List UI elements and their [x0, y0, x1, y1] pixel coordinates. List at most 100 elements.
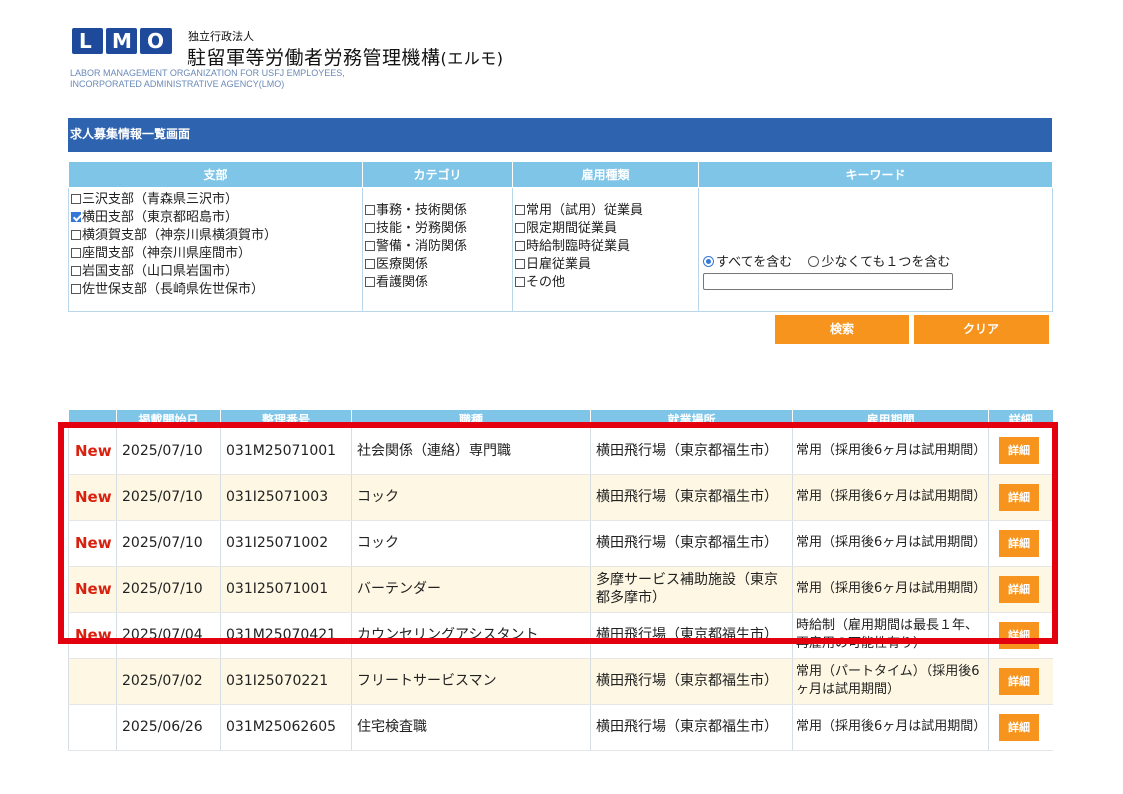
- category-option-3[interactable]: 医療関係: [365, 256, 510, 274]
- category-option-1[interactable]: 技能・労務関係: [365, 220, 510, 238]
- employment-type-option-1[interactable]: 限定期間従業員: [515, 220, 696, 238]
- table-row: New 2025/07/10 031M25071001 社会関係（連絡）専門職 横田飛行…: [68, 428, 1053, 475]
- category-option-2[interactable]: 警備・消防関係: [365, 238, 510, 256]
- branch-option-1[interactable]: 横田支部（東京都昭島市）: [71, 209, 360, 227]
- col-job-type: 職種: [351, 410, 591, 428]
- search-button[interactable]: 検索: [775, 315, 909, 344]
- ref-number: 031I25071001: [220, 566, 352, 613]
- keyword-options: すべてを含む 少なくても１つを含む: [698, 187, 1053, 312]
- job-type: 社会関係（連絡）専門職: [351, 428, 591, 475]
- ref-number: 031I25071003: [220, 474, 352, 521]
- start-date: 2025/07/04: [116, 612, 221, 659]
- new-badge: New: [68, 474, 117, 521]
- org-name: 駐留軍等労働者労務管理機構(エルモ): [187, 47, 504, 69]
- start-date: 2025/07/10: [116, 474, 221, 521]
- checkbox-icon[interactable]: [71, 266, 81, 276]
- ref-number: 031I25071002: [220, 520, 352, 567]
- detail-button[interactable]: 詳細: [999, 713, 1039, 741]
- ref-number: 031M25071001: [220, 428, 352, 475]
- checkbox-icon[interactable]: [515, 259, 525, 269]
- branch-header: 支部: [68, 161, 363, 188]
- clear-button[interactable]: クリア: [914, 315, 1049, 344]
- employment-type-option-2[interactable]: 時給制臨時従業員: [515, 238, 696, 256]
- detail-button[interactable]: 詳細: [999, 483, 1039, 511]
- employment-type-option-label: 限定期間従業員: [526, 221, 618, 236]
- new-badge: New: [68, 566, 117, 613]
- keyword-mode-all[interactable]: すべてを含む: [703, 255, 792, 270]
- col-start-date: 掲載開始日: [116, 410, 221, 428]
- table-row: 2025/06/26 031M25062605 住宅検査職 横田飛行場（東京都福生市）…: [68, 704, 1053, 751]
- start-date: 2025/07/10: [116, 566, 221, 613]
- ref-number: 031I25070221: [220, 658, 352, 705]
- detail-button[interactable]: 詳細: [999, 621, 1039, 649]
- new-badge: [68, 658, 117, 705]
- keyword-input[interactable]: [703, 272, 953, 290]
- branch-option-label: 座間支部（神奈川県座間市）: [82, 246, 252, 261]
- job-type: 住宅検査職: [351, 704, 591, 751]
- branch-option-2[interactable]: 横須賀支部（神奈川県横須賀市）: [71, 227, 360, 245]
- table-row: New 2025/07/10 031I25071001 バーテンダー 多摩サービス補助施…: [68, 566, 1053, 613]
- col-ref-number: 整理番号: [220, 410, 352, 428]
- branch-option-4[interactable]: 岩国支部（山口県岩国市）: [71, 263, 360, 281]
- keyword-header: キーワード: [698, 161, 1053, 188]
- branch-options: 三沢支部（青森県三沢市） 横田支部（東京都昭島市） 横須賀支部（神奈川県横須賀市） 座…: [68, 187, 363, 312]
- branch-option-label: 佐世保支部（長崎県佐世保市）: [82, 282, 265, 297]
- detail-button[interactable]: 詳細: [999, 667, 1039, 695]
- checkbox-icon[interactable]: [71, 212, 81, 222]
- detail-button[interactable]: 詳細: [999, 437, 1039, 465]
- page-title: 求人募集情報一覧画面: [68, 118, 1052, 152]
- start-date: 2025/07/02: [116, 658, 221, 705]
- new-badge: New: [68, 428, 117, 475]
- checkbox-icon[interactable]: [71, 248, 81, 258]
- employment-type-option-0[interactable]: 常用（試用）従業員: [515, 202, 696, 220]
- category-option-label: 医療関係: [376, 257, 429, 272]
- checkbox-icon[interactable]: [365, 241, 375, 251]
- employment-period: 時給制（雇用期間は最長１年、再雇用の可能性有り）: [792, 612, 989, 659]
- detail-button[interactable]: 詳細: [999, 575, 1039, 603]
- start-date: 2025/06/26: [116, 704, 221, 751]
- col-workplace: 就業場所: [590, 410, 793, 428]
- checkbox-icon[interactable]: [71, 194, 81, 204]
- branch-option-0[interactable]: 三沢支部（青森県三沢市）: [71, 191, 360, 209]
- category-option-label: 事務・技術関係: [376, 203, 468, 218]
- lmo-logo[interactable]: L M O: [72, 28, 172, 54]
- start-date: 2025/07/10: [116, 428, 221, 475]
- keyword-mode-any[interactable]: 少なくても１つを含む: [808, 255, 950, 270]
- checkbox-icon[interactable]: [515, 277, 525, 287]
- checkbox-icon[interactable]: [365, 277, 375, 287]
- table-row: New 2025/07/04 031M25070421 カウンセリングアシスタント 横田…: [68, 612, 1053, 659]
- checkbox-icon[interactable]: [365, 205, 375, 215]
- branch-option-5[interactable]: 佐世保支部（長崎県佐世保市）: [71, 281, 360, 299]
- checkbox-icon[interactable]: [515, 223, 525, 233]
- checkbox-icon[interactable]: [71, 230, 81, 240]
- employment-period: 常用（採用後6ヶ月は試用期間）: [792, 520, 989, 567]
- workplace: 横田飛行場（東京都福生市）: [590, 704, 793, 751]
- checkbox-icon[interactable]: [515, 241, 525, 251]
- category-option-0[interactable]: 事務・技術関係: [365, 202, 510, 220]
- employment-type-option-label: 常用（試用）従業員: [526, 203, 644, 218]
- category-option-label: 技能・労務関係: [376, 221, 468, 236]
- results-table: 掲載開始日 整理番号 職種 就業場所 雇用期間 詳細 New 2025/07/10…: [68, 410, 1053, 751]
- workplace: 横田飛行場（東京都福生市）: [590, 612, 793, 659]
- employment-period: 常用（採用後6ヶ月は試用期間）: [792, 566, 989, 613]
- category-option-4[interactable]: 看護関係: [365, 274, 510, 292]
- start-date: 2025/07/10: [116, 520, 221, 567]
- workplace: 多摩サービス補助施設（東京都多摩市）: [590, 566, 793, 613]
- checkbox-icon[interactable]: [365, 223, 375, 233]
- employment-type-option-3[interactable]: 日雇従業員: [515, 256, 696, 274]
- employment-period: 常用（採用後6ヶ月は試用期間）: [792, 428, 989, 475]
- table-row: New 2025/07/10 031I25071002 コック 横田飛行場（東京都福生市…: [68, 520, 1053, 567]
- detail-button[interactable]: 詳細: [999, 529, 1039, 557]
- radio-icon: [703, 255, 714, 267]
- employment-type-option-4[interactable]: その他: [515, 274, 696, 292]
- checkbox-icon[interactable]: [71, 284, 81, 294]
- results-header-row: 掲載開始日 整理番号 職種 就業場所 雇用期間 詳細: [68, 410, 1053, 428]
- radio-icon: [808, 255, 820, 267]
- ref-number: 031M25062605: [220, 704, 352, 751]
- branch-option-label: 三沢支部（青森県三沢市）: [82, 192, 239, 207]
- employment-type-option-label: 時給制臨時従業員: [526, 239, 631, 254]
- branch-option-3[interactable]: 座間支部（神奈川県座間市）: [71, 245, 360, 263]
- checkbox-icon[interactable]: [515, 205, 525, 215]
- checkbox-icon[interactable]: [365, 259, 375, 269]
- ref-number: 031M25070421: [220, 612, 352, 659]
